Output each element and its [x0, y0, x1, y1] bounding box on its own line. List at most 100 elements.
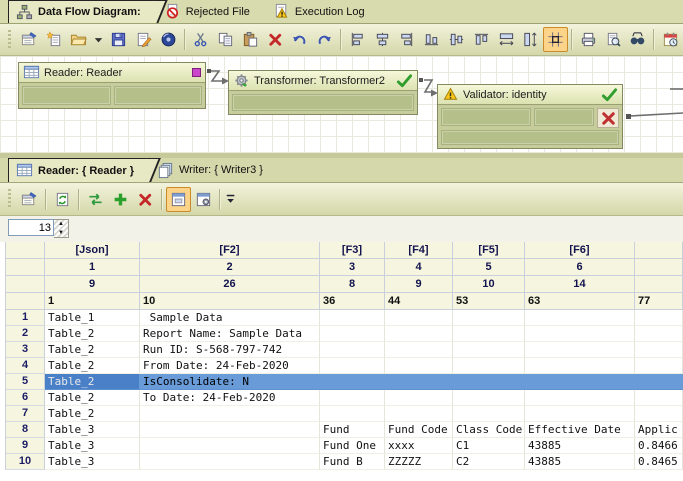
- column-header[interactable]: [F4]: [385, 242, 453, 259]
- grid-cell[interactable]: [140, 406, 320, 422]
- column-header[interactable]: 14: [525, 276, 635, 293]
- grid-cell[interactable]: Fund: [320, 422, 385, 438]
- grid-cell[interactable]: [453, 326, 525, 342]
- column-header[interactable]: [F2]: [140, 242, 320, 259]
- grid-cell[interactable]: [525, 358, 635, 374]
- grid-cell[interactable]: Fund Code: [385, 422, 453, 438]
- find-button[interactable]: [625, 27, 650, 52]
- tab-reader-preview[interactable]: Reader: { Reader }: [8, 158, 150, 182]
- column-header[interactable]: 2: [140, 259, 320, 276]
- save-button[interactable]: [106, 27, 131, 52]
- grid-cell[interactable]: [635, 326, 683, 342]
- grid-cell[interactable]: [453, 406, 525, 422]
- column-header[interactable]: 10: [140, 293, 320, 310]
- column-header[interactable]: [F3]: [320, 242, 385, 259]
- align-top-button[interactable]: [469, 27, 494, 52]
- grid-cell[interactable]: To Date: 24-Feb-2020: [140, 390, 320, 406]
- node-port-cell[interactable]: [441, 108, 531, 126]
- grid-cell[interactable]: [453, 310, 525, 326]
- table-row[interactable]: 8 Table_3 Fund Fund Code Class Code Effective…: [0, 422, 683, 438]
- grid-cell[interactable]: [385, 374, 453, 390]
- paste-button[interactable]: [238, 27, 263, 52]
- open-button[interactable]: [66, 27, 91, 52]
- spin-down-icon[interactable]: ▼: [54, 229, 68, 238]
- route-button[interactable]: [83, 187, 108, 212]
- preview-button[interactable]: [601, 27, 626, 52]
- align-center-button[interactable]: [370, 27, 395, 52]
- column-header[interactable]: 9: [45, 276, 140, 293]
- grid-cell[interactable]: [525, 406, 635, 422]
- snap-grid-button[interactable]: [543, 27, 568, 52]
- row-number[interactable]: 6: [6, 390, 45, 406]
- cut-button[interactable]: [189, 27, 214, 52]
- grid-cell[interactable]: [320, 390, 385, 406]
- column-header[interactable]: 26: [140, 276, 320, 293]
- grid-cell[interactable]: 43885: [525, 454, 635, 470]
- column-header[interactable]: [F6]: [525, 242, 635, 259]
- grid-cell[interactable]: [320, 342, 385, 358]
- grid-cell[interactable]: [635, 310, 683, 326]
- tab-execution-log[interactable]: Execution Log: [266, 0, 381, 23]
- grid-cell[interactable]: Applic: [635, 422, 683, 438]
- undo-button[interactable]: [288, 27, 313, 52]
- node-port-cell[interactable]: [232, 94, 414, 111]
- row-count-spinner[interactable]: ▲ ▼: [54, 219, 69, 238]
- column-header[interactable]: [F5]: [453, 242, 525, 259]
- grid-cell[interactable]: [385, 310, 453, 326]
- grid-cell[interactable]: Run ID: S-568-797-742: [140, 342, 320, 358]
- row-number-header[interactable]: [6, 259, 45, 276]
- disk-button[interactable]: [156, 27, 181, 52]
- grid-cell[interactable]: Report Name: Sample Data: [140, 326, 320, 342]
- grid-cell[interactable]: [525, 310, 635, 326]
- grid-cell[interactable]: [320, 406, 385, 422]
- column-header[interactable]: 63: [525, 293, 635, 310]
- row-number[interactable]: 4: [6, 358, 45, 374]
- row-number[interactable]: 9: [6, 438, 45, 454]
- grid-cell[interactable]: [525, 342, 635, 358]
- validate-button[interactable]: [131, 27, 156, 52]
- grid-cell[interactable]: [385, 326, 453, 342]
- row-number[interactable]: 1: [6, 310, 45, 326]
- grid-cell[interactable]: Table_1: [45, 310, 140, 326]
- grid-cell[interactable]: 0.8466: [635, 438, 683, 454]
- grid-cell[interactable]: ZZZZZ: [385, 454, 453, 470]
- grid-cell[interactable]: [635, 390, 683, 406]
- delete-button[interactable]: [263, 27, 288, 52]
- add-button[interactable]: [108, 187, 133, 212]
- overflow-button[interactable]: [224, 187, 239, 212]
- node-port-cell[interactable]: [441, 130, 619, 145]
- grid-cell[interactable]: [385, 390, 453, 406]
- grid-cell[interactable]: [453, 390, 525, 406]
- schedule-button[interactable]: [658, 27, 683, 52]
- grid-cell[interactable]: [635, 342, 683, 358]
- preview-toggle-button[interactable]: [166, 186, 191, 212]
- same-height-button[interactable]: [518, 27, 543, 52]
- grid-cell[interactable]: Table_2: [45, 374, 140, 390]
- dataflow-canvas[interactable]: Reader: Reader Transformer: Transformer2…: [0, 56, 683, 152]
- row-number[interactable]: 10: [6, 454, 45, 470]
- grid-cell[interactable]: Table_3: [45, 438, 140, 454]
- grid-cell[interactable]: [385, 358, 453, 374]
- grid-cell[interactable]: [320, 374, 385, 390]
- grid-cell[interactable]: Table_2: [45, 358, 140, 374]
- grid-cell[interactable]: From Date: 24-Feb-2020: [140, 358, 320, 374]
- grid-cell[interactable]: Table_2: [45, 342, 140, 358]
- table-row[interactable]: 9 Table_3 Fund One xxxx C1 43885 0.8466: [0, 438, 683, 454]
- column-header[interactable]: 10: [453, 276, 525, 293]
- tab-rejected-file[interactable]: Rejected File: [157, 0, 266, 23]
- grid-cell[interactable]: C2: [453, 454, 525, 470]
- options-toggle-button[interactable]: [191, 187, 216, 212]
- grid-cell[interactable]: Table_3: [45, 454, 140, 470]
- grid-cell[interactable]: [453, 358, 525, 374]
- node-port-cell[interactable]: [533, 108, 594, 126]
- grid-cell[interactable]: [140, 438, 320, 454]
- grid-cell[interactable]: [525, 326, 635, 342]
- same-width-button[interactable]: [494, 27, 519, 52]
- column-header[interactable]: 36: [320, 293, 385, 310]
- grid-cell[interactable]: [140, 422, 320, 438]
- grid-cell[interactable]: Table_3: [45, 422, 140, 438]
- column-header[interactable]: 1: [45, 259, 140, 276]
- grid-cell[interactable]: Fund B: [320, 454, 385, 470]
- grid-cell[interactable]: Effective Date: [525, 422, 635, 438]
- tab-writer-preview[interactable]: Writer: { Writer3 }: [150, 158, 279, 182]
